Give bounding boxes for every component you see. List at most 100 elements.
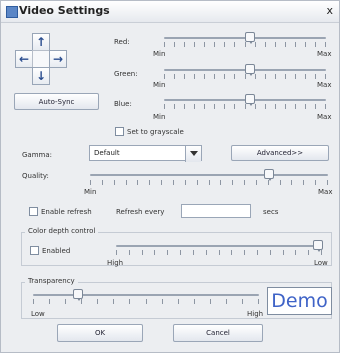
blue-ticks bbox=[164, 104, 326, 110]
slider-tick bbox=[244, 180, 246, 185]
transparency-high-label: High bbox=[247, 310, 264, 318]
slider-tick bbox=[264, 42, 266, 47]
slider-tick bbox=[295, 250, 297, 255]
slider-tick bbox=[284, 74, 286, 79]
slider-tick bbox=[303, 180, 305, 185]
color-depth-slider-thumb[interactable] bbox=[312, 240, 323, 252]
slider-tick bbox=[154, 250, 156, 255]
slider-tick bbox=[218, 250, 220, 255]
up-arrow-button[interactable]: ↑ bbox=[32, 33, 50, 51]
slider-tick bbox=[196, 180, 198, 185]
slider-tick bbox=[224, 74, 226, 79]
down-arrow-button[interactable]: ↓ bbox=[32, 67, 50, 85]
slider-tick bbox=[274, 42, 276, 47]
ok-button[interactable]: OK bbox=[57, 324, 143, 342]
slider-tick bbox=[174, 42, 176, 47]
color-depth-ticks bbox=[116, 250, 322, 256]
up-arrow-icon: ↑ bbox=[35, 35, 47, 49]
slider-tick bbox=[294, 74, 296, 79]
slider-tick bbox=[264, 104, 266, 109]
slider-tick bbox=[128, 250, 130, 255]
color-depth-track bbox=[116, 245, 322, 247]
app-icon bbox=[6, 6, 18, 18]
red-slider-thumb[interactable] bbox=[244, 32, 255, 44]
color-depth-enabled-checkbox[interactable] bbox=[30, 246, 39, 255]
slider-tick bbox=[244, 250, 246, 255]
left-arrow-button[interactable]: ← bbox=[15, 50, 33, 68]
slider-tick bbox=[231, 250, 233, 255]
slider-tick bbox=[149, 180, 151, 185]
slider-tick bbox=[33, 299, 34, 304]
slider-tick bbox=[164, 74, 165, 79]
slider-tick bbox=[269, 250, 271, 255]
auto-sync-button[interactable]: Auto-Sync bbox=[14, 93, 99, 110]
green-slider-thumb[interactable] bbox=[244, 64, 255, 76]
demo-preview: Demo bbox=[267, 287, 332, 315]
red-min-label: Min bbox=[153, 50, 166, 58]
refresh-seconds-input[interactable] bbox=[181, 204, 251, 218]
slider-tick bbox=[208, 180, 210, 185]
slider-tick bbox=[256, 250, 258, 255]
enable-refresh-label: Enable refresh bbox=[41, 208, 92, 216]
slider-tick bbox=[81, 299, 83, 304]
slider-tick bbox=[193, 299, 195, 304]
slider-tick bbox=[97, 299, 99, 304]
red-max-label: Max bbox=[317, 50, 332, 58]
window-title: Video Settings bbox=[19, 4, 110, 17]
slider-tick bbox=[274, 74, 276, 79]
slider-tick bbox=[184, 180, 186, 185]
right-arrow-button[interactable]: → bbox=[49, 50, 67, 68]
cancel-button[interactable]: Cancel bbox=[173, 324, 263, 342]
slider-tick bbox=[284, 104, 286, 109]
advanced-button[interactable]: Advanced>> bbox=[231, 145, 329, 161]
slider-tick bbox=[194, 42, 196, 47]
slider-tick bbox=[145, 299, 147, 304]
slider-tick bbox=[254, 74, 256, 79]
slider-tick bbox=[172, 180, 174, 185]
grayscale-checkbox[interactable] bbox=[115, 127, 124, 136]
blue-slider-thumb[interactable] bbox=[244, 94, 255, 106]
green-ticks bbox=[164, 74, 326, 80]
close-icon[interactable]: x bbox=[326, 4, 333, 17]
slider-tick bbox=[177, 299, 179, 304]
slider-tick bbox=[314, 104, 316, 109]
slider-tick bbox=[184, 74, 186, 79]
quality-slider-thumb[interactable] bbox=[263, 169, 274, 181]
slider-tick bbox=[255, 180, 257, 185]
slider-tick bbox=[174, 104, 176, 109]
slider-tick bbox=[113, 299, 115, 304]
slider-tick bbox=[225, 299, 227, 304]
slider-tick bbox=[294, 42, 296, 47]
slider-tick bbox=[304, 74, 306, 79]
slider-tick bbox=[232, 180, 234, 185]
slider-tick bbox=[304, 104, 306, 109]
slider-tick bbox=[214, 74, 216, 79]
slider-tick bbox=[315, 180, 317, 185]
slider-tick bbox=[194, 74, 196, 79]
slider-tick bbox=[325, 42, 326, 47]
enable-refresh-checkbox[interactable] bbox=[29, 207, 38, 216]
slider-tick bbox=[184, 42, 186, 47]
blue-max-label: Max bbox=[317, 113, 332, 121]
slider-tick bbox=[274, 104, 276, 109]
slider-tick bbox=[205, 250, 207, 255]
gamma-label: Gamma: bbox=[22, 151, 52, 159]
slider-tick bbox=[234, 104, 236, 109]
chevron-down-icon[interactable] bbox=[185, 146, 201, 162]
slider-tick bbox=[279, 180, 281, 185]
down-arrow-icon: ↓ bbox=[35, 69, 47, 83]
quality-min-label: Min bbox=[84, 188, 97, 196]
slider-tick bbox=[209, 299, 211, 304]
slider-tick bbox=[192, 250, 194, 255]
transparency-slider-thumb[interactable] bbox=[73, 289, 84, 301]
color-depth-enabled-label: Enabled bbox=[42, 247, 71, 255]
slider-tick bbox=[234, 74, 236, 79]
slider-tick bbox=[254, 104, 256, 109]
slider-tick bbox=[214, 42, 216, 47]
slider-tick bbox=[214, 104, 216, 109]
gamma-select[interactable]: Default bbox=[89, 145, 202, 162]
transparency-track bbox=[33, 294, 259, 296]
slider-tick bbox=[284, 42, 286, 47]
grayscale-label: Set to grayscale bbox=[127, 128, 184, 136]
slider-tick bbox=[327, 180, 328, 185]
